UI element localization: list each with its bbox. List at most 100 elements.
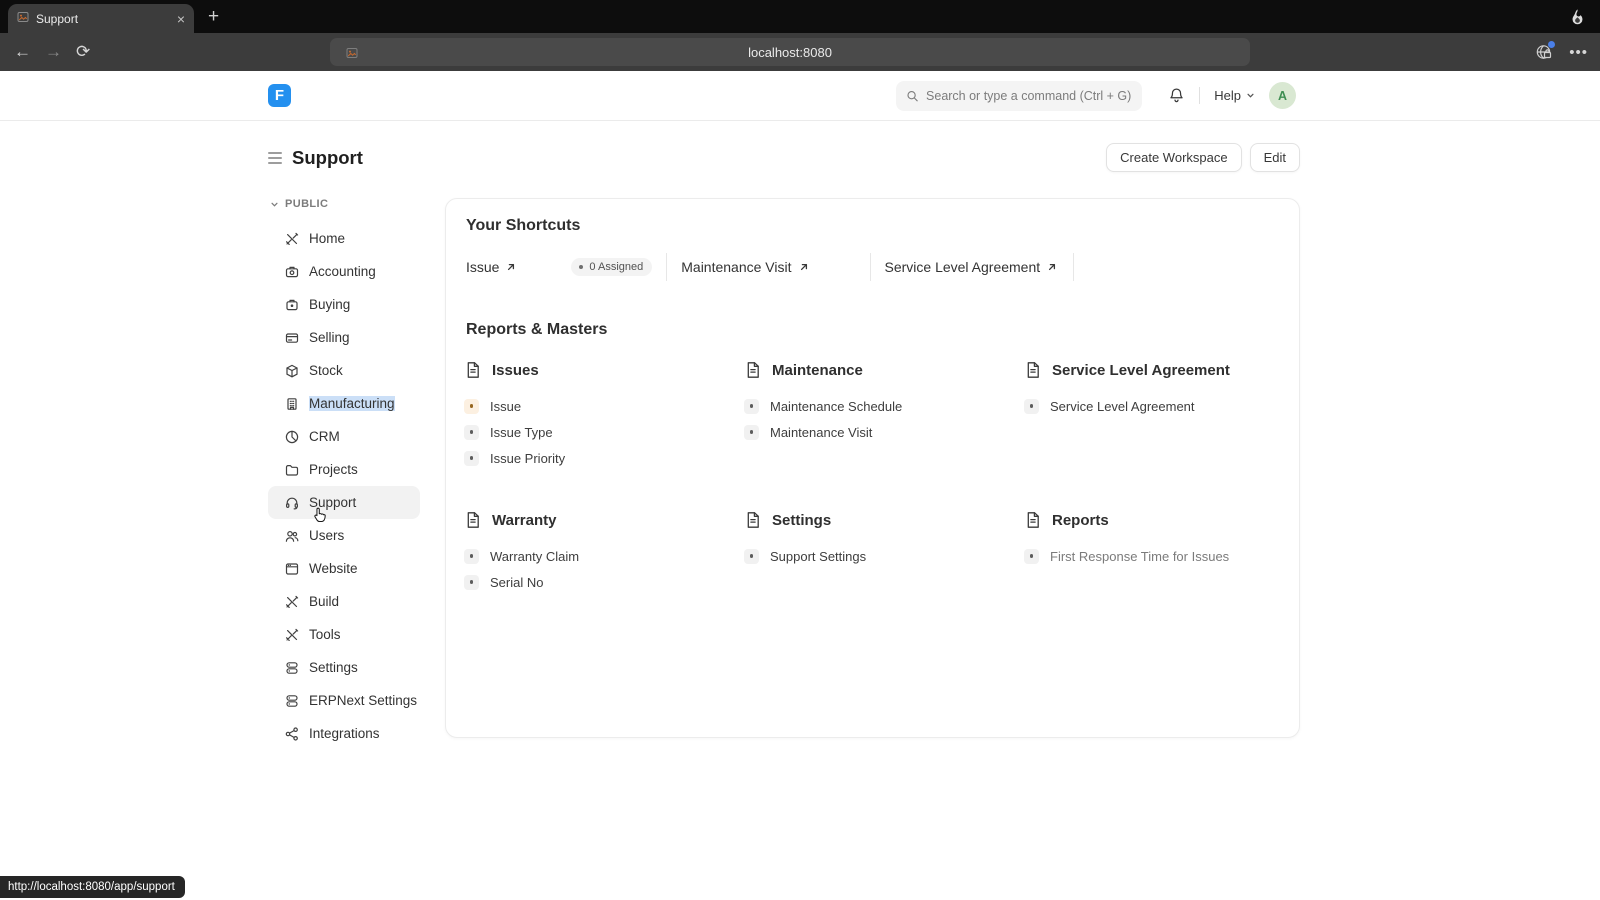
doctype-link-maintenance-schedule[interactable]: Maintenance Schedule [744,393,1024,419]
sidebar-item-erpnext-settings[interactable]: ERPNext Settings [268,684,420,717]
user-avatar[interactable]: A [1269,82,1296,109]
sidebar-item-crm[interactable]: CRM [268,420,420,453]
sidebar-item-manufacturing[interactable]: Manufacturing [268,387,420,420]
sidebar-item-website[interactable]: Website [268,552,420,585]
drag-handle-icon[interactable] [268,151,282,164]
shortcut-service-level-agreement[interactable]: Service Level Agreement [885,259,1058,275]
back-button[interactable]: ← [14,42,31,62]
doctype-link-issue[interactable]: Issue [464,393,744,419]
shortcut-col: Service Level Agreement [871,253,1074,281]
erpnext-settings-icon [284,693,300,709]
projects-icon [284,462,300,478]
sidebar-item-integrations[interactable]: Integrations [268,717,420,750]
card-section-maintenance: Maintenance Maintenance Schedule Maintenan… [744,361,1024,471]
link-bullet-icon [1024,398,1039,414]
create-workspace-button[interactable]: Create Workspace [1106,143,1242,172]
card-section-service-level-agreement: Service Level Agreement Service Level Agr… [1024,361,1304,471]
settings-icon [284,660,300,676]
link-label: First Response Time for Issues [1050,548,1230,564]
search-icon [907,90,918,101]
support-icon [284,495,300,511]
website-icon [284,561,300,577]
link-label: Service Level Agreement [1050,398,1195,414]
shortcut-label: Issue [466,259,500,275]
edit-button[interactable]: Edit [1249,143,1300,172]
document-icon [1024,511,1042,529]
doctype-link-issue-type[interactable]: Issue Type [464,419,744,445]
tools-icon [284,627,300,643]
help-menu[interactable]: Help [1214,88,1255,103]
extensions-icon[interactable] [1535,41,1556,61]
forward-button[interactable]: → [45,42,62,62]
tab-strip: Support × + [0,0,1600,33]
sidebar-item-label: Selling [309,330,350,345]
sidebar-item-label: Projects [309,462,358,477]
frappe-logo[interactable]: F [268,84,291,107]
arrow-up-right-icon [1047,262,1057,272]
document-icon [464,361,482,379]
doctype-link-first-response-time-for-issues[interactable]: First Response Time for Issues [1024,543,1304,569]
users-icon [284,528,300,544]
doctype-link-service-level-agreement[interactable]: Service Level Agreement [1024,393,1304,419]
browser-tab[interactable]: Support × [8,4,194,33]
link-label: Maintenance Schedule [770,398,903,414]
sidebar-item-settings[interactable]: Settings [268,651,420,684]
sidebar-item-users[interactable]: Users [268,519,420,552]
global-search[interactable] [896,80,1143,111]
sidebar-item-buying[interactable]: Buying [268,288,420,321]
sidebar-item-home[interactable]: Home [268,222,420,255]
assigned-count-badge[interactable]: 0 Assigned [571,258,653,276]
build-icon [284,594,300,610]
tab-close-icon[interactable]: × [177,12,185,26]
doctype-link-warranty-claim[interactable]: Warranty Claim [464,543,744,569]
notifications-bell-icon[interactable] [1168,87,1185,104]
new-tab-button[interactable]: + [208,6,219,28]
sidebar-item-stock[interactable]: Stock [268,354,420,387]
sidebar-item-label: Users [309,528,345,543]
chevron-down-icon [1247,93,1254,98]
shortcut-col-empty [1074,253,1277,281]
sidebar-item-projects[interactable]: Projects [268,453,420,486]
sidebar-item-accounting[interactable]: Accounting [268,255,420,288]
document-icon [1024,361,1042,379]
browser-chrome: Support × + ← → ⟳ localhost:8080 ••• [0,0,1600,71]
document-icon [464,511,482,529]
card-section-title: Issues [492,361,539,379]
doctype-link-issue-priority[interactable]: Issue Priority [464,445,744,471]
sidebar-item-selling[interactable]: Selling [268,321,420,354]
document-icon [744,361,762,379]
browser-menu-icon[interactable]: ••• [1569,44,1588,61]
sidebar-item-tools[interactable]: Tools [268,618,420,651]
reload-button[interactable]: ⟳ [76,42,90,62]
sidebar-item-label: Manufacturing [309,396,395,411]
header-divider [1199,87,1201,104]
card-section-title: Reports [1052,511,1109,529]
doctype-link-maintenance-visit[interactable]: Maintenance Visit [744,419,1024,445]
integrations-icon [284,726,300,742]
link-bullet-icon [744,424,759,440]
search-input[interactable] [926,88,1133,103]
sidebar-section-public[interactable]: PUBLIC [270,198,420,210]
sidebar-item-label: ERPNext Settings [309,693,418,708]
sidebar-item-build[interactable]: Build [268,585,420,618]
link-bullet-icon [464,398,479,414]
shortcut-maintenance-visit[interactable]: Maintenance Visit [681,259,808,275]
sidebar-item-label: Stock [309,363,343,378]
accounting-icon [284,264,300,280]
doctype-link-support-settings[interactable]: Support Settings [744,543,1024,569]
reports-masters-heading: Reports & Masters [466,321,608,338]
site-favicon-icon [346,46,358,64]
shortcut-label: Service Level Agreement [884,259,1041,275]
sidebar-item-support[interactable]: Support [268,486,420,519]
sidebar-item-label: Buying [309,297,351,312]
link-bullet-icon [464,548,479,564]
doctype-link-serial-no[interactable]: Serial No [464,569,744,595]
sidebar-item-label: Settings [309,660,358,675]
link-bullet-icon [464,424,479,440]
sidebar-item-label: Accounting [309,264,376,279]
selling-icon [284,330,300,346]
link-label: Issue Type [490,424,553,440]
link-bullet-icon [1024,548,1039,564]
url-bar[interactable]: localhost:8080 [330,38,1250,66]
shortcut-issue[interactable]: Issue [466,259,516,275]
